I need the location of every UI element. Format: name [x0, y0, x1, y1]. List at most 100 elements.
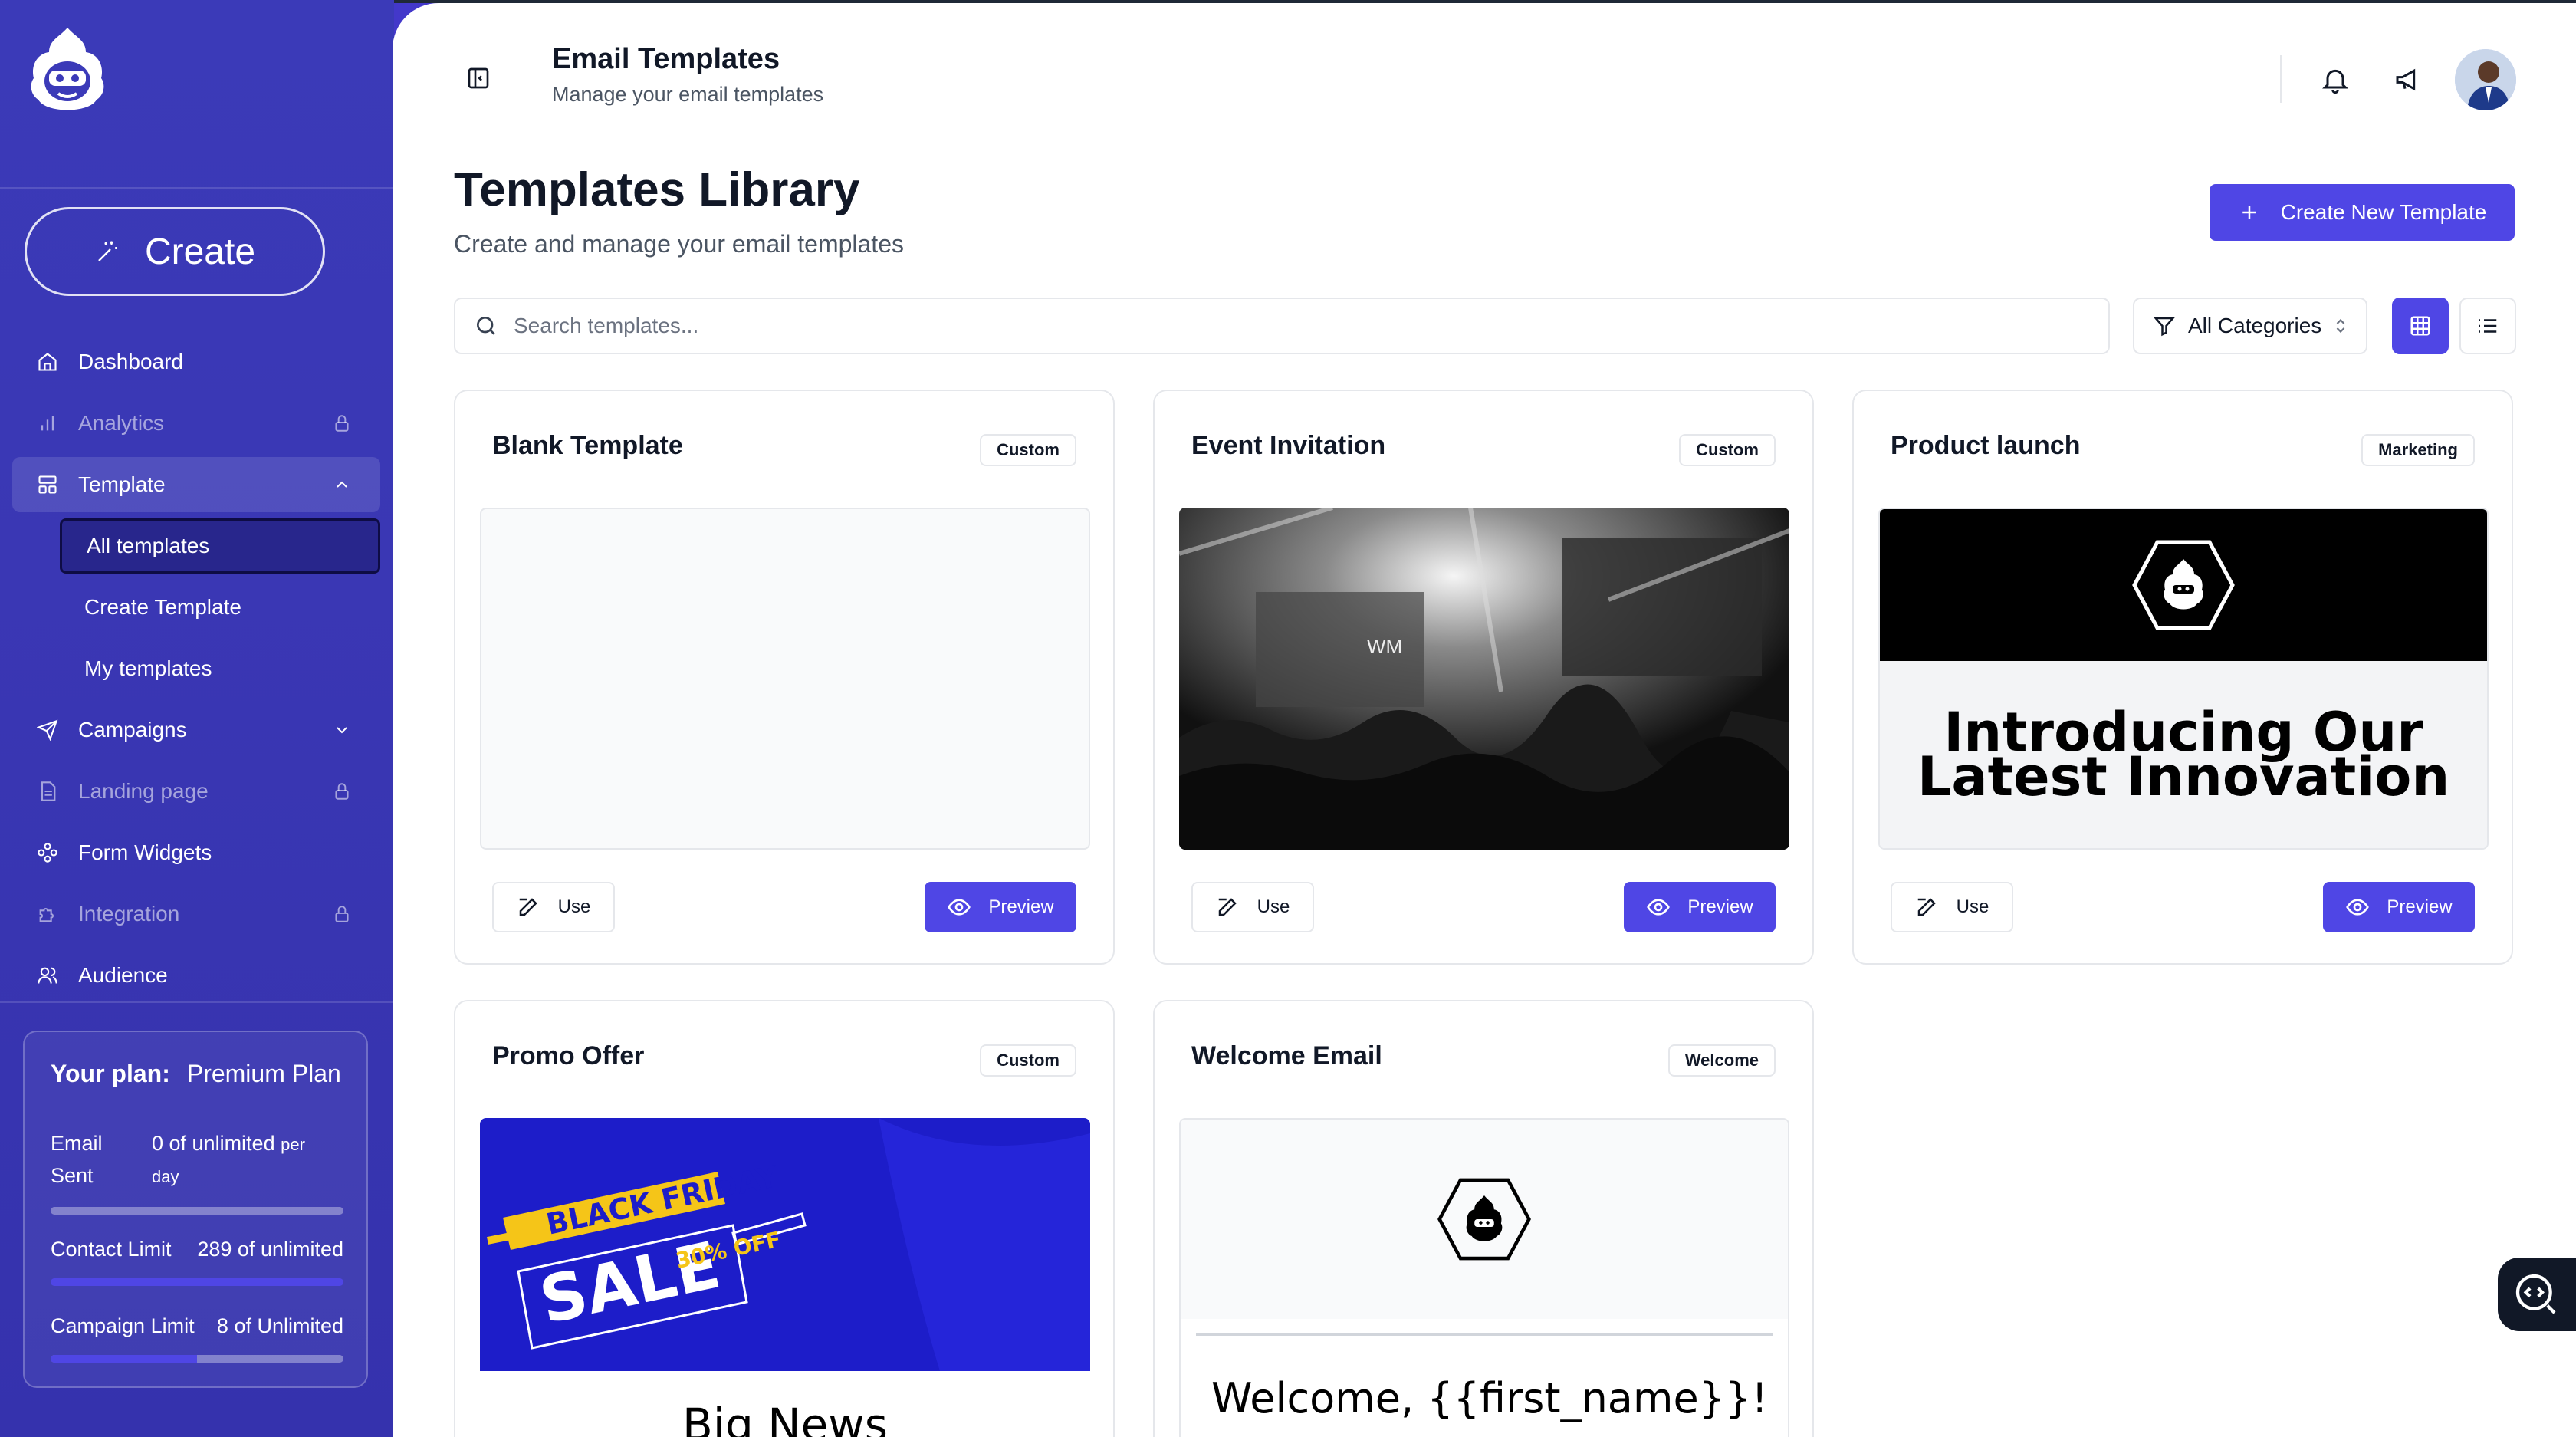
- campaign-limit-row: Campaign Limit 8 of Unlimited: [51, 1314, 343, 1363]
- eye-icon: [948, 899, 971, 916]
- list-icon: [2479, 319, 2497, 333]
- template-thumbnail: [480, 508, 1090, 850]
- sidebar-item-label: Dashboard: [78, 350, 183, 373]
- template-name: Event Invitation: [1191, 431, 1386, 460]
- sidebar-item-integration[interactable]: Integration: [12, 886, 380, 942]
- eye-icon: [2346, 899, 2370, 916]
- search-icon: [477, 317, 495, 335]
- home-icon: [35, 350, 60, 374]
- list-view-button[interactable]: [2459, 298, 2516, 354]
- chevron-updown-icon: [2337, 318, 2345, 334]
- use-label: Use: [557, 896, 591, 917]
- sidebar-item-label: Audience: [78, 963, 168, 987]
- category-filter-label: All Categories: [2188, 314, 2322, 337]
- lock-icon: [330, 411, 354, 436]
- template-card[interactable]: Promo Offer Custom BLACK FRIDAY SALE 30%…: [454, 1000, 1115, 1437]
- edit-icon: [519, 898, 537, 916]
- sidebar-item-template[interactable]: Template: [12, 457, 380, 512]
- thumb-header: [1880, 509, 2487, 661]
- category-badge: Custom: [980, 434, 1076, 466]
- preview-template-button[interactable]: Preview: [925, 882, 1076, 932]
- category-badge: Custom: [1679, 434, 1776, 466]
- sidebar-divider: [0, 1001, 394, 1003]
- brand-hexagon-logo-icon: [2132, 540, 2235, 630]
- email-sent-value: 0 of unlimited: [152, 1132, 275, 1155]
- sidebar-item-label: Integration: [78, 902, 180, 926]
- sidebar-item-analytics[interactable]: Analytics: [12, 396, 380, 451]
- sidebar-item-audience[interactable]: Audience: [12, 948, 380, 1003]
- thumb-body: Introducing Our Latest Innovation: [1880, 661, 2487, 848]
- contact-limit-row: Contact Limit 289 of unlimited: [51, 1238, 343, 1286]
- campaign-limit-value: 8 of Unlimited: [216, 1314, 343, 1337]
- subitem-label: All templates: [87, 534, 210, 557]
- template-card[interactable]: Event Invitation Custom WM Use Preview: [1153, 390, 1814, 965]
- page-title: Email Templates: [552, 43, 780, 75]
- template-thumbnail: Introducing Our Latest Innovation: [1878, 508, 2489, 850]
- create-button-label: Create: [144, 231, 256, 272]
- sidebar-item-form-widgets[interactable]: Form Widgets: [12, 825, 380, 880]
- sidebar-item-label: Landing page: [78, 779, 209, 803]
- progress-fill: [51, 1278, 343, 1286]
- preview-label: Preview: [2387, 896, 2453, 917]
- category-badge: Custom: [980, 1044, 1076, 1077]
- template-card[interactable]: Blank Template Custom Use Preview: [454, 390, 1115, 965]
- megaphone-icon[interactable]: [2394, 64, 2424, 95]
- thumb-text: WM: [1367, 635, 1402, 658]
- search-input[interactable]: [514, 314, 1970, 338]
- preview-label: Preview: [988, 896, 1054, 917]
- create-button[interactable]: Create: [25, 207, 325, 296]
- sidebar-subitem-all-templates[interactable]: All templates: [60, 518, 380, 574]
- use-label: Use: [1956, 896, 1990, 917]
- create-new-template-button[interactable]: Create New Template: [2210, 184, 2515, 241]
- edit-icon: [1917, 898, 1936, 916]
- bar-chart-icon: [35, 411, 60, 436]
- eye-icon: [1647, 899, 1671, 916]
- sidebar-nav: Dashboard Analytics Template All templat…: [12, 334, 380, 1009]
- sidebar-item-landing-page[interactable]: Landing page: [12, 764, 380, 819]
- use-template-button[interactable]: Use: [1191, 882, 1314, 932]
- chevron-up-icon: [330, 472, 354, 497]
- category-filter-select[interactable]: All Categories: [2133, 298, 2367, 354]
- template-card[interactable]: Product launch Marketing Introducing Our…: [1852, 390, 2513, 965]
- file-icon: [35, 779, 60, 804]
- sidebar-item-campaigns[interactable]: Campaigns: [12, 702, 380, 758]
- main-panel: Email Templates Manage your email templa…: [393, 3, 2576, 1437]
- use-template-button[interactable]: Use: [492, 882, 615, 932]
- sidebar-subitem-my-templates[interactable]: My templates: [60, 641, 380, 696]
- plan-card: Your plan: Premium Plan Email Sent 0 of …: [23, 1031, 368, 1388]
- template-thumbnail: BLACK FRIDAY SALE 30% OFF Big News: [480, 1118, 1090, 1437]
- template-card[interactable]: Welcome Email Welcome Welcome, {{first_n…: [1153, 1000, 1814, 1437]
- progress-fill: [51, 1355, 197, 1363]
- preview-label: Preview: [1687, 896, 1753, 917]
- thumb-headline-2: Latest Innovation: [1917, 745, 2450, 808]
- puzzle-icon: [35, 902, 60, 926]
- email-sent-progress: [51, 1207, 343, 1215]
- library-title: Templates Library: [454, 163, 860, 216]
- library-subtitle: Create and manage your email templates: [454, 230, 904, 258]
- sidebar-item-label: Analytics: [78, 411, 165, 435]
- brand-logo-icon[interactable]: [26, 23, 109, 118]
- grid-view-button[interactable]: [2392, 298, 2449, 354]
- sidebar: Create Dashboard Analytics Template All …: [0, 0, 394, 1437]
- preview-template-button[interactable]: Preview: [2323, 882, 2475, 932]
- campaign-limit-progress: [51, 1355, 343, 1363]
- sidebar-item-label: Campaigns: [78, 718, 187, 742]
- plus-icon: [2242, 206, 2256, 219]
- magic-wand-icon: [98, 241, 117, 261]
- sidebar-subitem-create-template[interactable]: Create Template: [60, 580, 380, 635]
- template-name: Promo Offer: [492, 1041, 645, 1070]
- email-sent-row: Email Sent 0 of unlimited per day: [51, 1127, 343, 1215]
- use-template-button[interactable]: Use: [1891, 882, 2013, 932]
- sidebar-collapse-icon[interactable]: [466, 66, 491, 90]
- email-sent-unit-1: per: [281, 1135, 305, 1154]
- header-divider: [2280, 55, 2282, 103]
- search-bar[interactable]: [454, 298, 2110, 354]
- preview-template-button[interactable]: Preview: [1624, 882, 1776, 932]
- user-avatar[interactable]: [2455, 49, 2516, 110]
- template-thumbnail: Welcome, {{first_name}}!: [1179, 1118, 1789, 1437]
- bell-icon[interactable]: [2320, 64, 2351, 95]
- help-code-button[interactable]: [2498, 1258, 2576, 1331]
- sidebar-item-dashboard[interactable]: Dashboard: [12, 334, 380, 390]
- layout-icon: [35, 472, 60, 497]
- promo-banner: BLACK FRIDAY SALE 30% OFF: [480, 1118, 1090, 1371]
